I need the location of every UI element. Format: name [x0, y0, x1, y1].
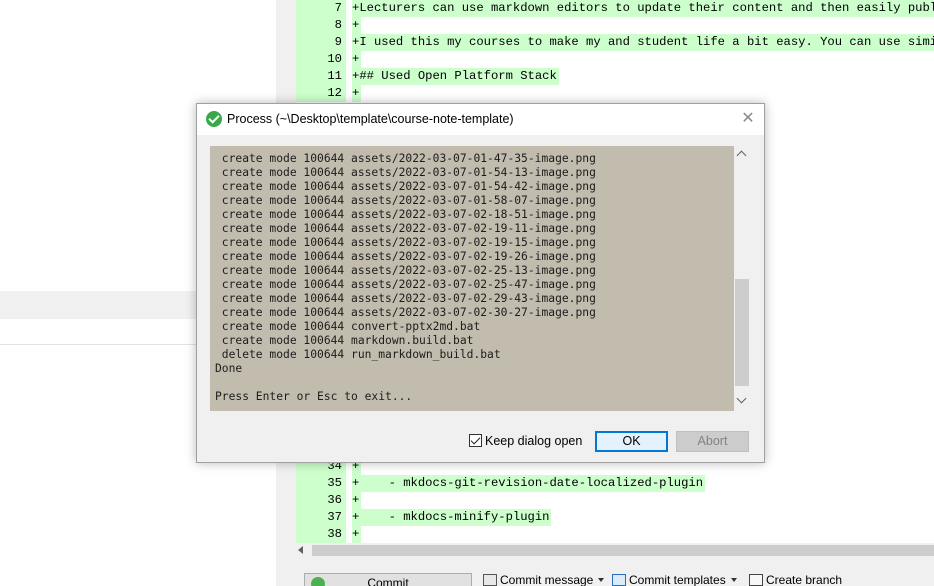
keep-dialog-open-label: Keep dialog open: [485, 434, 583, 448]
ok-button[interactable]: OK: [595, 431, 668, 452]
commit-button[interactable]: Commit: [304, 573, 472, 586]
line-number: 12: [296, 85, 346, 102]
diff-line-text: +: [352, 51, 362, 68]
line-number: 11: [296, 68, 346, 85]
process-output[interactable]: create mode 100644 assets/2022-03-07-01-…: [210, 146, 750, 411]
commit-message-icon: [483, 574, 497, 586]
diff-line-text: +: [352, 17, 362, 34]
chevron-down-icon: [598, 578, 605, 582]
commit-templates-menu[interactable]: Commit templates: [612, 572, 737, 586]
abort-button[interactable]: Abort: [676, 431, 749, 452]
create-branch-label: Create branch: [766, 573, 843, 586]
output-line: create mode 100644 assets/2022-03-07-02-…: [215, 292, 596, 305]
line-number: 38: [296, 526, 346, 543]
output-line: create mode 100644 assets/2022-03-07-01-…: [215, 152, 596, 165]
line-number: 36: [296, 492, 346, 509]
output-line: delete mode 100644 run_markdown_build.ba…: [215, 348, 501, 361]
commit-toolbar: Commit Commit message Commit templates C…: [296, 558, 934, 586]
output-line: create mode 100644 assets/2022-03-07-01-…: [215, 166, 596, 179]
line-number: 9: [296, 34, 346, 51]
dialog-titlebar[interactable]: Process (~\Desktop\template\course-note-…: [197, 104, 764, 135]
commit-templates-label: Commit templates: [629, 573, 726, 586]
commit-message-menu[interactable]: Commit message: [483, 572, 605, 586]
output-line: Done: [215, 362, 243, 375]
success-check-icon: [206, 111, 222, 127]
output-line: create mode 100644 assets/2022-03-07-02-…: [215, 278, 596, 291]
output-line: create mode 100644 convert-pptx2md.bat: [215, 320, 481, 333]
output-line: create mode 100644 assets/2022-03-07-02-…: [215, 222, 596, 235]
output-line: create mode 100644 assets/2022-03-07-01-…: [215, 180, 596, 193]
line-number: 10: [296, 51, 346, 68]
process-output-text: create mode 100644 assets/2022-03-07-01-…: [215, 152, 596, 404]
scroll-left-arrow-icon[interactable]: [298, 546, 303, 554]
chevron-down-icon: [730, 578, 737, 582]
diff-line-text: + - mkdocs-git-revision-date-localized-p…: [352, 475, 706, 492]
commit-button-label: Commit: [367, 576, 409, 586]
line-number: 37: [296, 509, 346, 526]
diff-line-text: +I used this my courses to make my and s…: [352, 34, 934, 51]
close-icon[interactable]: ✕: [737, 109, 759, 129]
commit-message-label: Commit message: [500, 573, 594, 586]
templates-icon: [612, 574, 626, 586]
diff-line-text: +: [352, 492, 362, 509]
line-number: 35: [296, 475, 346, 492]
scrollbar-thumb[interactable]: [312, 545, 934, 556]
output-line: create mode 100644 assets/2022-03-07-02-…: [215, 250, 596, 263]
checkbox-checked-icon[interactable]: [469, 434, 482, 447]
branch-icon: [749, 574, 763, 586]
line-number: 7: [296, 0, 346, 17]
commit-status-icon: [311, 577, 325, 586]
dialog-title: Process (~\Desktop\template\course-note-…: [227, 112, 514, 126]
output-line: create mode 100644 assets/2022-03-07-02-…: [215, 264, 596, 277]
line-number: 8: [296, 17, 346, 34]
output-line: create mode 100644 assets/2022-03-07-02-…: [215, 236, 596, 249]
process-dialog: Process (~\Desktop\template\course-note-…: [196, 103, 765, 463]
diff-horizontal-scrollbar[interactable]: [296, 543, 934, 558]
output-vertical-scrollbar[interactable]: [734, 146, 750, 411]
output-line: create mode 100644 assets/2022-03-07-02-…: [215, 208, 596, 221]
output-line: Press Enter or Esc to exit...: [215, 390, 413, 403]
scroll-down-arrow-icon[interactable]: [736, 393, 747, 404]
scroll-up-arrow-icon[interactable]: [736, 150, 747, 161]
create-branch-button[interactable]: Create branch: [749, 572, 842, 586]
diff-line-text: + - mkdocs-minify-plugin: [352, 509, 552, 526]
diff-line-text: +: [352, 85, 362, 102]
diff-line-text: +Lecturers can use markdown editors to u…: [352, 0, 934, 17]
scrollbar-thumb[interactable]: [735, 279, 749, 386]
diff-line-text: +## Used Open Platform Stack: [352, 68, 559, 85]
diff-line-text: +: [352, 526, 362, 543]
output-line: create mode 100644 markdown.build.bat: [215, 334, 474, 347]
output-line: create mode 100644 assets/2022-03-07-01-…: [215, 194, 596, 207]
output-line: create mode 100644 assets/2022-03-07-02-…: [215, 306, 596, 319]
